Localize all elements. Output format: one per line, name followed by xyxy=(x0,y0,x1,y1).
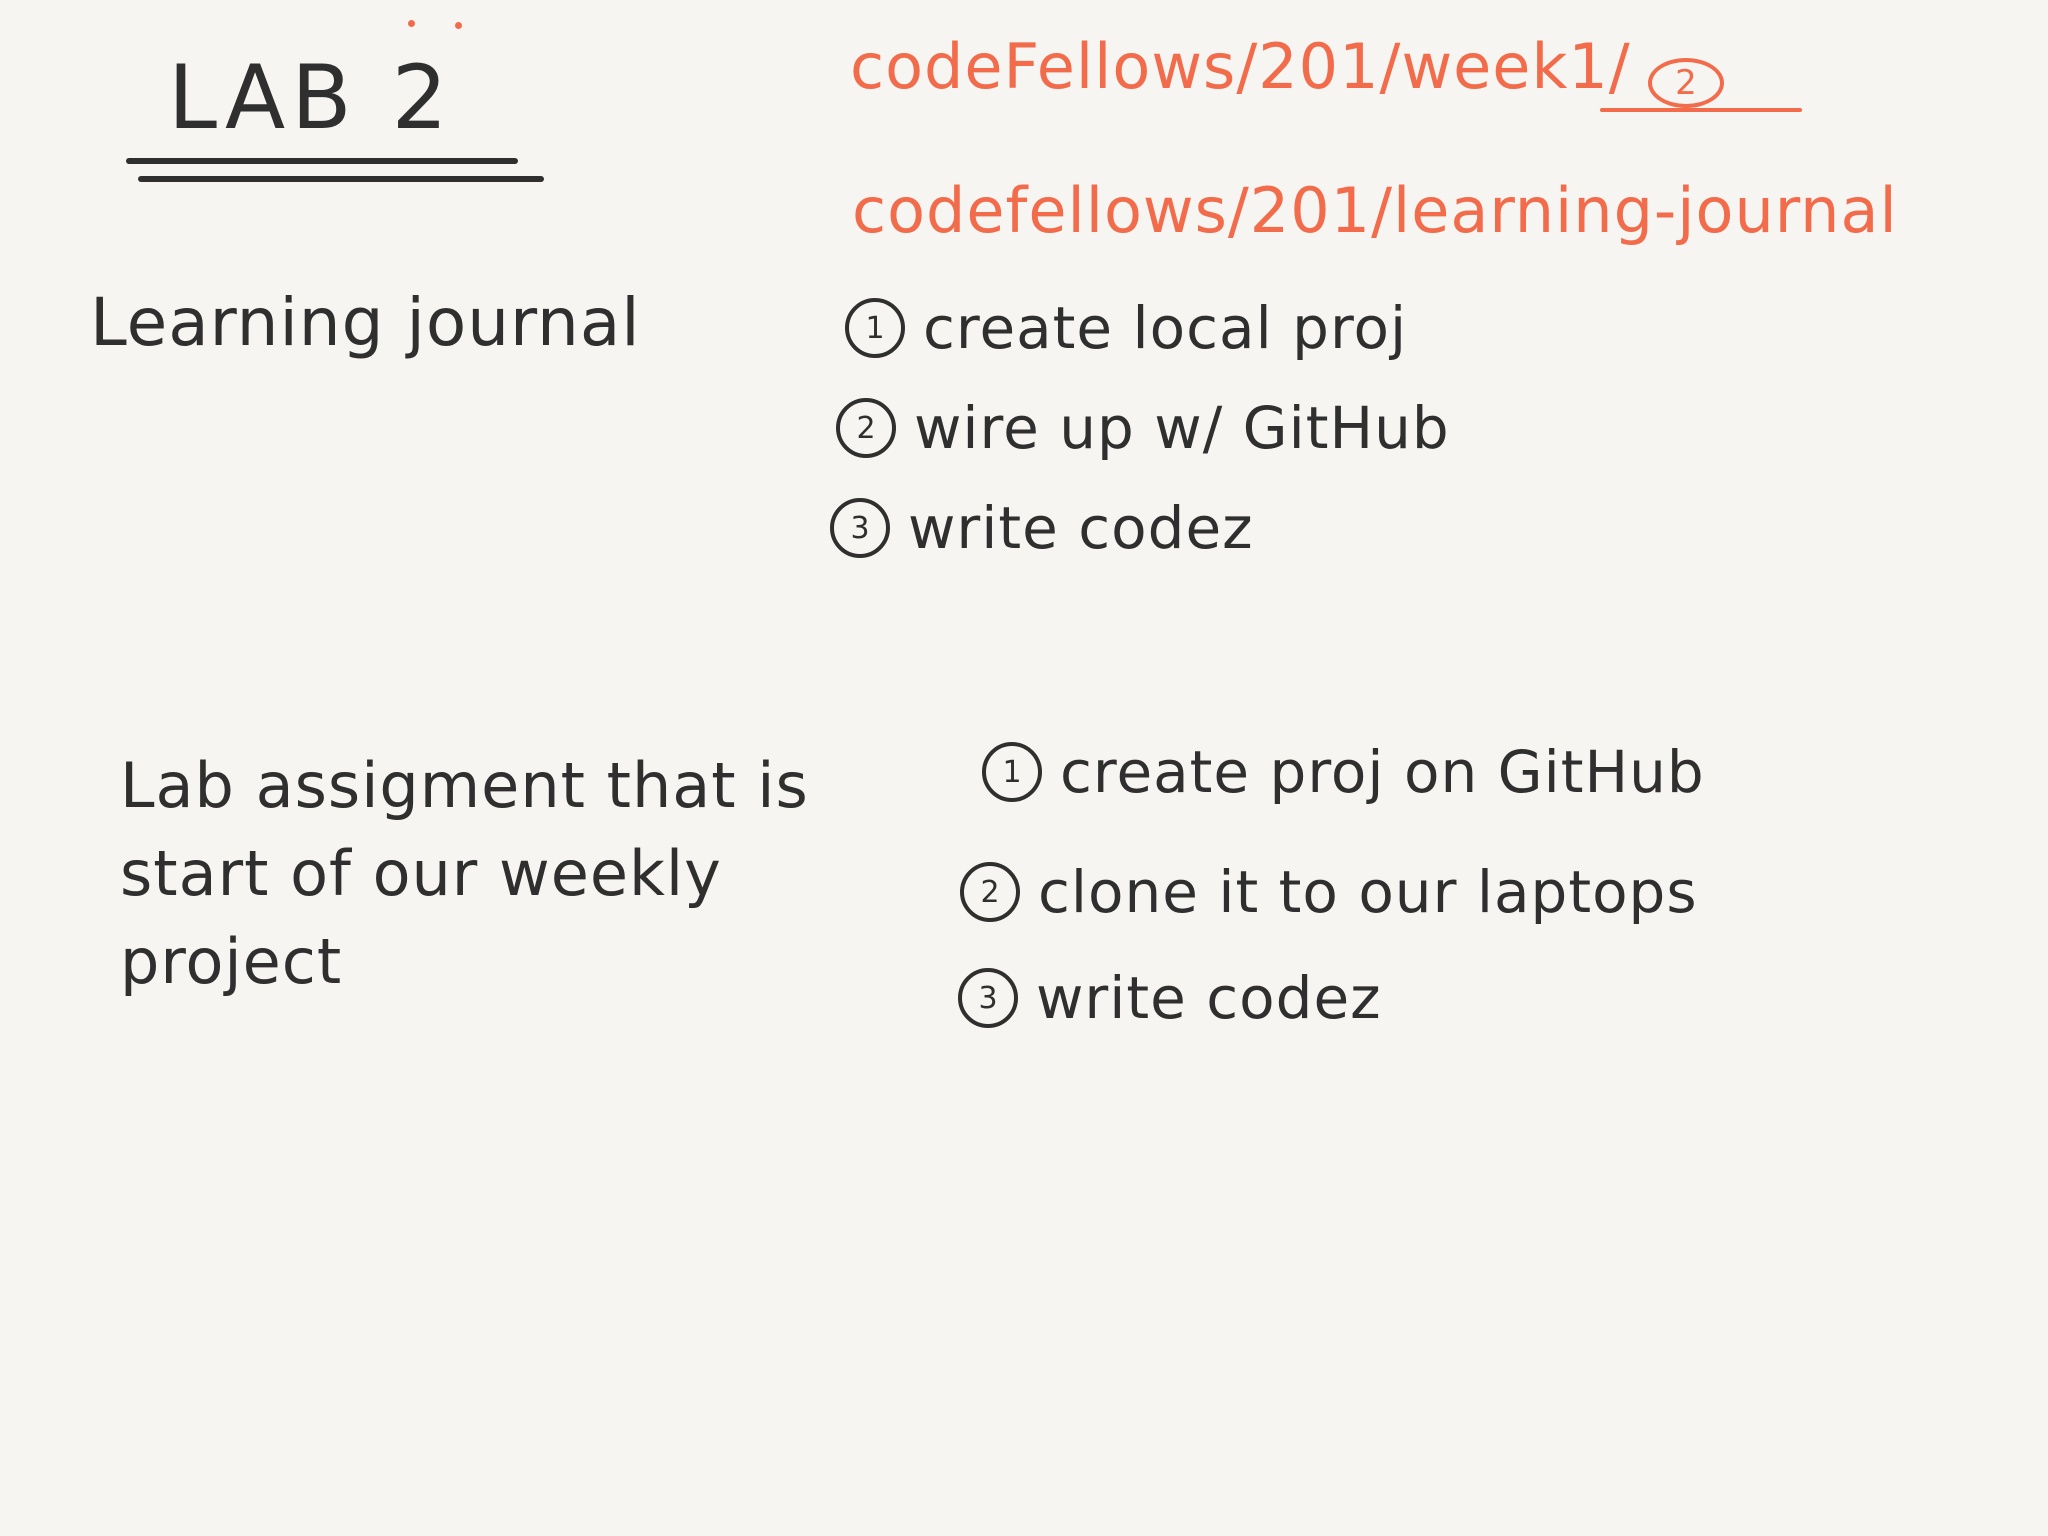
step-number-circle: 1 xyxy=(982,742,1042,802)
step-text: write codez xyxy=(908,494,1254,562)
step-number-circle: 3 xyxy=(958,968,1018,1028)
step-number-circle: 2 xyxy=(960,862,1020,922)
title-accent-dot xyxy=(455,22,462,29)
step-text: clone it to our laptops xyxy=(1038,858,1698,926)
step-number-circle: 1 xyxy=(845,298,905,358)
learning-journal-step: 3 write codez xyxy=(830,494,1254,562)
step-text: create proj on GitHub xyxy=(1060,738,1705,806)
title-underline xyxy=(138,176,544,182)
page-title: LAB 2 xyxy=(168,46,454,149)
step-text: wire up w/ GitHub xyxy=(914,394,1450,462)
week-path-circle: 2 xyxy=(1648,58,1724,108)
lab-assignment-step: 1 create proj on GitHub xyxy=(982,738,1705,806)
title-underline xyxy=(126,158,518,164)
title-accent-dot xyxy=(408,20,415,27)
lab-assignment-step: 3 write codez xyxy=(958,964,1382,1032)
learning-journal-label: Learning journal xyxy=(90,284,641,361)
journal-path: codefellows/201/learning-journal xyxy=(852,174,1898,247)
learning-journal-step: 1 create local proj xyxy=(845,294,1407,362)
week-path: codeFellows/201/week1/ xyxy=(850,30,1631,103)
week-path-blank-line xyxy=(1600,108,1802,112)
learning-journal-step: 2 wire up w/ GitHub xyxy=(836,394,1450,462)
step-text: write codez xyxy=(1036,964,1382,1032)
lab-assignment-step: 2 clone it to our laptops xyxy=(960,858,1698,926)
step-text: create local proj xyxy=(923,294,1408,362)
step-number-circle: 3 xyxy=(830,498,890,558)
step-number-circle: 2 xyxy=(836,398,896,458)
lab-assignment-label: Lab assigment that is start of our weekl… xyxy=(120,749,809,999)
